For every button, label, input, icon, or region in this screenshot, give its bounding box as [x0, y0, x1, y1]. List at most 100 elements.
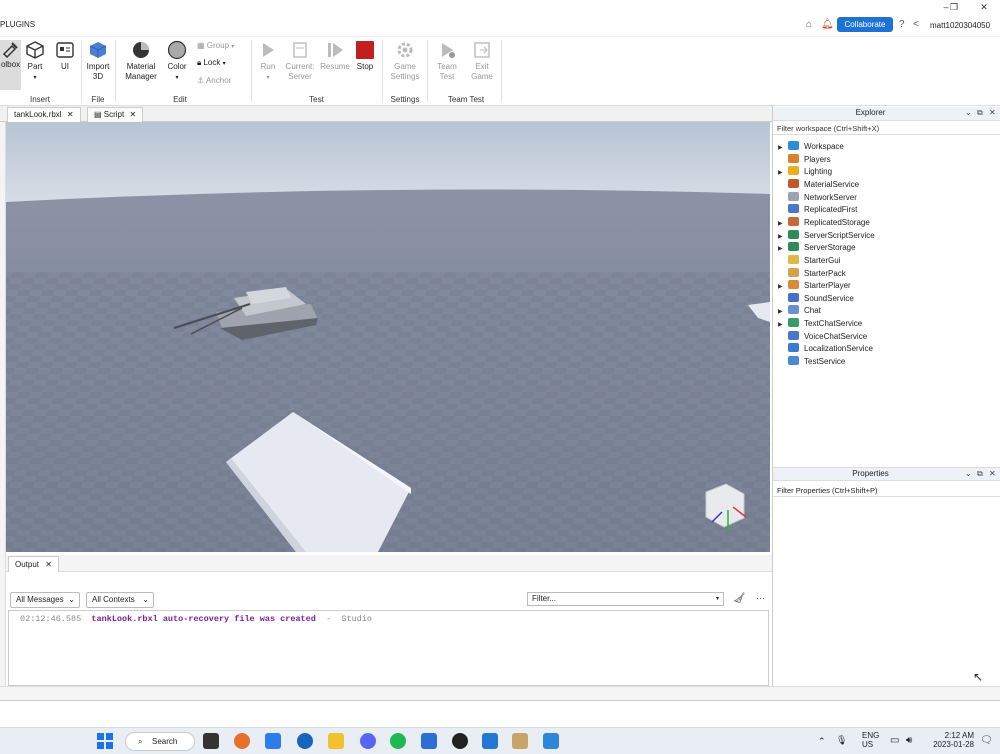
color-dropdown-icon[interactable]: ▾: [175, 75, 178, 81]
notifications-icon[interactable]: 🗨︎: [980, 735, 993, 746]
network-icon[interactable]: ▭: [890, 735, 899, 746]
explorer-item[interactable]: ▶ Lighting: [778, 166, 832, 178]
game-settings-button[interactable]: Game Settings: [388, 40, 422, 82]
output-filter-input[interactable]: Filter... ▾: [527, 592, 724, 606]
edge-icon[interactable]: [297, 733, 313, 749]
share-icon[interactable]: <: [913, 19, 919, 30]
explorer-item[interactable]: MaterialService: [778, 178, 859, 191]
app-icon[interactable]: [265, 733, 281, 749]
current-server-button[interactable]: Current: Server: [284, 40, 316, 82]
tab-output[interactable]: Output ✕: [8, 556, 59, 572]
collaborate-button[interactable]: Collaborate: [837, 17, 893, 32]
explorer-item[interactable]: Players: [778, 153, 831, 166]
explorer-item[interactable]: LocalizationService: [778, 343, 873, 355]
material-manager-button[interactable]: Material Manager: [122, 40, 160, 82]
explorer-item[interactable]: StarterPack: [778, 267, 846, 280]
properties-filter-input[interactable]: Filter Properties (Ctrl+Shift+P): [773, 484, 1000, 497]
expand-arrow-icon[interactable]: ▶: [778, 306, 788, 318]
expand-arrow-icon[interactable]: ▶: [778, 319, 788, 331]
command-bar[interactable]: [0, 700, 1000, 724]
task-view-icon[interactable]: [203, 733, 219, 749]
clear-output-icon[interactable]: 🧹︎: [733, 593, 746, 604]
close-window-button[interactable]: ✕: [970, 0, 998, 14]
lock-button[interactable]: 🔒︎ Lock ▾: [197, 58, 249, 69]
explorer-item[interactable]: ▶ Chat: [778, 305, 821, 317]
notification-icon[interactable]: 🔔︎: [821, 19, 834, 30]
file-explorer-icon[interactable]: [328, 733, 344, 749]
panel-collapse-icon[interactable]: ⌄: [965, 108, 972, 117]
explorer-item[interactable]: TestService: [778, 356, 845, 368]
windows-start-icon[interactable]: [97, 733, 113, 749]
explorer-item[interactable]: ▶ TextChatService: [778, 318, 862, 330]
roblox-studio-icon[interactable]: [543, 733, 559, 749]
tab-tanklook[interactable]: tankLook.rbxl ✕: [7, 107, 81, 122]
explorer-item[interactable]: ▶ Workspace: [778, 141, 844, 153]
restore-button[interactable]: ❐: [940, 0, 968, 14]
obs-icon[interactable]: [452, 733, 468, 749]
vscode-icon[interactable]: [482, 733, 498, 749]
explorer-item[interactable]: SoundService: [778, 292, 854, 305]
app-icon[interactable]: [512, 733, 528, 749]
resume-button[interactable]: Resume: [319, 40, 351, 72]
import-3d-button[interactable]: Import 3D: [84, 40, 112, 82]
material-label-a: Material: [126, 62, 156, 71]
browser-icon[interactable]: [421, 733, 437, 749]
language-indicator[interactable]: ENG US: [862, 731, 879, 749]
explorer-item[interactable]: ▶ ServerStorage: [778, 242, 856, 254]
expand-arrow-icon[interactable]: ▶: [778, 142, 788, 154]
explorer-item[interactable]: VoiceChatService: [778, 330, 867, 343]
firefox-icon[interactable]: [234, 733, 250, 749]
run-button[interactable]: Run ▾: [256, 40, 280, 83]
expand-arrow-icon[interactable]: ▶: [778, 281, 788, 293]
explorer-item[interactable]: StarterGui: [778, 254, 840, 267]
messages-filter-dropdown[interactable]: All Messages ⌄: [10, 592, 80, 608]
panel-close-icon[interactable]: ✕: [989, 108, 996, 117]
explorer-item[interactable]: NetworkServer: [778, 191, 857, 204]
close-tab-icon[interactable]: ✕: [129, 110, 136, 119]
close-tab-icon[interactable]: ✕: [67, 110, 74, 119]
expand-arrow-icon[interactable]: ▶: [778, 218, 788, 230]
close-tab-icon[interactable]: ✕: [45, 560, 52, 569]
spotify-icon[interactable]: [390, 733, 406, 749]
clock[interactable]: 2:12 AM 2023-01-28: [932, 731, 974, 749]
panel-float-icon[interactable]: ⧉: [977, 469, 983, 479]
expand-arrow-icon[interactable]: ▶: [778, 167, 788, 179]
divider: [81, 40, 82, 102]
exit-game-button[interactable]: Exit Game: [468, 40, 496, 82]
volume-icon[interactable]: 🔊︎: [906, 735, 912, 746]
menu-plugins[interactable]: PLUGINS: [0, 20, 35, 29]
panel-close-icon[interactable]: ✕: [989, 469, 996, 478]
explorer-item[interactable]: ▶ ServerScriptService: [778, 229, 875, 243]
microphone-icon[interactable]: 🎙︎: [836, 735, 847, 746]
anchor-button[interactable]: ⚓︎ Anchor: [197, 76, 249, 86]
panel-collapse-icon[interactable]: ⌄: [965, 469, 972, 478]
tab-script[interactable]: ▤ Script ✕: [87, 107, 144, 122]
part-dropdown-icon[interactable]: ▾: [33, 75, 36, 81]
explorer-item[interactable]: ReplicatedFirst: [778, 204, 857, 216]
contexts-filter-dropdown[interactable]: All Contexts ⌄: [86, 592, 154, 608]
toolbox-button[interactable]: olbox: [0, 40, 21, 90]
tray-chevron-icon[interactable]: ⌃: [818, 736, 826, 747]
part-button[interactable]: Part ▾: [24, 40, 46, 83]
group-button[interactable]: ▦ Group ▾: [197, 41, 249, 52]
ui-button[interactable]: UI: [54, 40, 76, 72]
3d-viewport[interactable]: [6, 122, 770, 552]
service-icon: [788, 280, 799, 290]
service-icon: [788, 204, 799, 214]
group-icon: ▦: [197, 41, 207, 50]
panel-float-icon[interactable]: ⧉: [977, 108, 983, 118]
team-test-button[interactable]: Team Test: [433, 40, 461, 82]
more-options-icon[interactable]: ···: [756, 593, 765, 603]
expand-arrow-icon[interactable]: ▶: [778, 231, 788, 243]
stop-button[interactable]: Stop: [353, 40, 377, 72]
explorer-item[interactable]: ▶ StarterPlayer: [778, 280, 851, 292]
username[interactable]: matt1020304050: [930, 21, 990, 30]
home-icon[interactable]: ⌂: [806, 19, 812, 30]
color-button[interactable]: Color ▾: [164, 40, 190, 83]
explorer-filter-input[interactable]: Filter workspace (Ctrl+Shift+X): [773, 122, 1000, 135]
discord-icon[interactable]: [360, 733, 376, 749]
explorer-item[interactable]: ▶ ReplicatedStorage: [778, 216, 870, 230]
taskbar-search[interactable]: ⌕ Search: [125, 732, 195, 751]
help-icon[interactable]: ?: [899, 19, 905, 30]
expand-arrow-icon[interactable]: ▶: [778, 243, 788, 255]
